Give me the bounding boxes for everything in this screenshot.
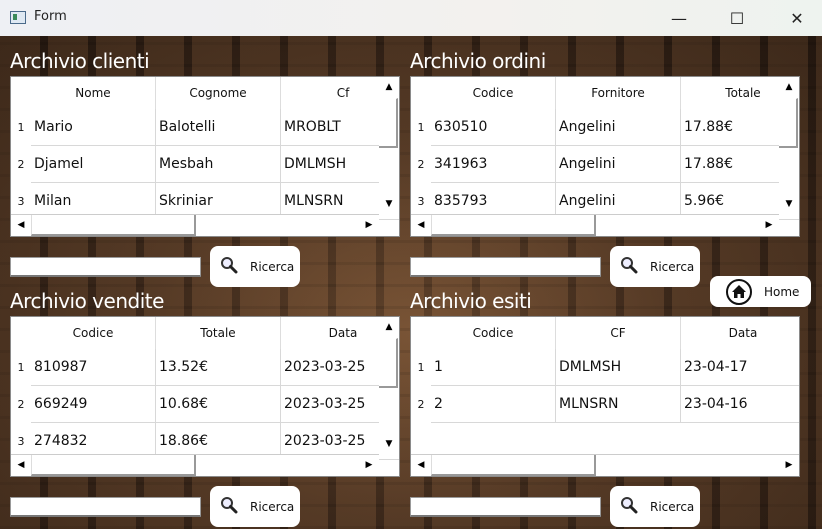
search-icon <box>210 496 250 517</box>
scroll-left-arrow-icon[interactable]: ◀ <box>11 215 31 235</box>
search-button-ordini[interactable]: Ricerca <box>610 246 700 287</box>
home-label: Home <box>764 284 800 299</box>
column-header[interactable]: Data <box>681 317 799 349</box>
vertical-scrollbar[interactable]: ▲ ▼ <box>379 317 399 456</box>
row-header[interactable]: 2 <box>11 386 31 423</box>
row-header[interactable]: 2 <box>11 146 31 183</box>
horizontal-scrollbar[interactable]: ◀ ▶ <box>411 214 779 236</box>
column-header[interactable]: Codice <box>31 317 156 349</box>
search-input-esiti[interactable] <box>410 497 601 517</box>
scroll-left-arrow-icon[interactable]: ◀ <box>411 215 431 235</box>
vertical-scrollbar[interactable]: ▲ ▼ <box>379 77 399 216</box>
column-header[interactable]: Codice <box>431 77 556 109</box>
table-cell[interactable]: Angelini <box>556 146 681 183</box>
table-cell[interactable]: 341963 <box>431 146 556 183</box>
maximize-button[interactable]: ☐ <box>714 0 760 36</box>
scroll-right-arrow-icon[interactable]: ▶ <box>759 215 779 235</box>
scroll-up-arrow-icon[interactable]: ▲ <box>379 317 399 337</box>
section-title-esiti: Archivio esiti <box>410 289 532 313</box>
search-button-label: Ricerca <box>650 259 695 274</box>
scroll-up-arrow-icon[interactable]: ▲ <box>379 77 399 97</box>
column-header[interactable]: Totale <box>156 317 281 349</box>
table-cell[interactable]: 23-04-17 <box>681 349 799 386</box>
table-cell[interactable]: 10.68€ <box>156 386 281 423</box>
table-cell[interactable]: Djamel <box>31 146 156 183</box>
table-cell[interactable]: 13.52€ <box>156 349 281 386</box>
table-cell[interactable]: DMLMSH <box>556 349 681 386</box>
row-header[interactable]: 2 <box>411 386 431 423</box>
scroll-up-arrow-icon[interactable]: ▲ <box>779 77 799 97</box>
table-cell[interactable]: Balotelli <box>156 109 281 146</box>
column-header[interactable]: Fornitore <box>556 77 681 109</box>
scroll-right-arrow-icon[interactable]: ▶ <box>779 455 799 475</box>
section-title-vendite: Archivio vendite <box>10 289 164 313</box>
table-cell[interactable]: 1 <box>431 349 556 386</box>
search-input-clienti[interactable] <box>10 257 201 277</box>
title-bar: Form — ☐ ✕ <box>0 0 822 36</box>
scrollbar-thumb[interactable] <box>379 338 398 388</box>
search-icon <box>610 496 650 517</box>
home-icon <box>726 278 752 305</box>
minimize-button[interactable]: — <box>656 0 702 36</box>
scroll-down-arrow-icon[interactable]: ▼ <box>779 194 799 214</box>
row-header[interactable]: 2 <box>411 146 431 183</box>
search-input-ordini[interactable] <box>410 257 601 277</box>
search-icon <box>210 256 250 277</box>
scrollbar-thumb[interactable] <box>431 455 596 476</box>
row-header[interactable]: 1 <box>11 349 31 386</box>
table-cell[interactable]: Angelini <box>556 109 681 146</box>
row-header[interactable]: 1 <box>411 109 431 146</box>
horizontal-scrollbar[interactable]: ◀ ▶ <box>11 214 379 236</box>
section-title-ordini: Archivio ordini <box>410 49 546 73</box>
table-cell[interactable]: 630510 <box>431 109 556 146</box>
column-header[interactable]: CF <box>556 317 681 349</box>
section-title-clienti: Archivio clienti <box>10 49 150 73</box>
scroll-left-arrow-icon[interactable]: ◀ <box>411 455 431 475</box>
row-header[interactable]: 1 <box>11 109 31 146</box>
search-button-label: Ricerca <box>650 499 695 514</box>
search-button-clienti[interactable]: Ricerca <box>210 246 300 287</box>
search-input-vendite[interactable] <box>10 497 201 517</box>
vertical-scrollbar[interactable]: ▲ ▼ <box>779 77 799 216</box>
table-cell[interactable]: 2 <box>431 386 556 423</box>
horizontal-scrollbar[interactable]: ◀ ▶ <box>11 454 379 476</box>
home-button[interactable]: Home <box>710 276 811 307</box>
table-cell[interactable]: 810987 <box>31 349 156 386</box>
table-cell[interactable]: MLNSRN <box>556 386 681 423</box>
app-icon <box>10 11 26 24</box>
search-button-vendite[interactable]: Ricerca <box>210 486 300 527</box>
scroll-left-arrow-icon[interactable]: ◀ <box>11 455 31 475</box>
scroll-right-arrow-icon[interactable]: ▶ <box>359 215 379 235</box>
table-vendite[interactable]: Codice Totale Data 1 810987 13.52€ 2023-03-25 2… <box>10 316 400 477</box>
form-body: Home Archivio clienti Nome Cognome Cf 1 Mario… <box>0 36 822 529</box>
search-button-label: Ricerca <box>250 499 295 514</box>
scrollbar-thumb[interactable] <box>31 455 196 476</box>
table-cell[interactable]: Mario <box>31 109 156 146</box>
close-button[interactable]: ✕ <box>774 0 820 36</box>
horizontal-scrollbar[interactable]: ◀ ▶ <box>411 454 799 476</box>
scroll-down-arrow-icon[interactable]: ▼ <box>379 434 399 454</box>
search-button-label: Ricerca <box>250 259 295 274</box>
search-button-esiti[interactable]: Ricerca <box>610 486 700 527</box>
column-header[interactable]: Codice <box>431 317 556 349</box>
scrollbar-thumb[interactable] <box>431 215 596 236</box>
search-icon <box>610 256 650 277</box>
scrollbar-thumb[interactable] <box>31 215 196 236</box>
row-header[interactable]: 1 <box>411 349 431 386</box>
table-ordini[interactable]: Codice Fornitore Totale 1 630510 Angelini 17.8… <box>410 76 800 237</box>
table-esiti[interactable]: Codice CF Data 1 1 DMLMSH 23-04-17 2 2 MLNSRN 23-0… <box>410 316 800 477</box>
column-header[interactable]: Nome <box>31 77 156 109</box>
window-title: Form <box>34 9 67 24</box>
table-clienti[interactable]: Nome Cognome Cf 1 Mario Balotelli MROBLT 2 Djame… <box>10 76 400 237</box>
scroll-down-arrow-icon[interactable]: ▼ <box>379 194 399 214</box>
scroll-right-arrow-icon[interactable]: ▶ <box>359 455 379 475</box>
table-cell[interactable]: 23-04-16 <box>681 386 799 423</box>
scrollbar-thumb[interactable] <box>379 98 398 148</box>
scrollbar-thumb[interactable] <box>779 98 798 148</box>
column-header[interactable]: Cognome <box>156 77 281 109</box>
table-cell[interactable]: Mesbah <box>156 146 281 183</box>
table-cell[interactable]: 669249 <box>31 386 156 423</box>
